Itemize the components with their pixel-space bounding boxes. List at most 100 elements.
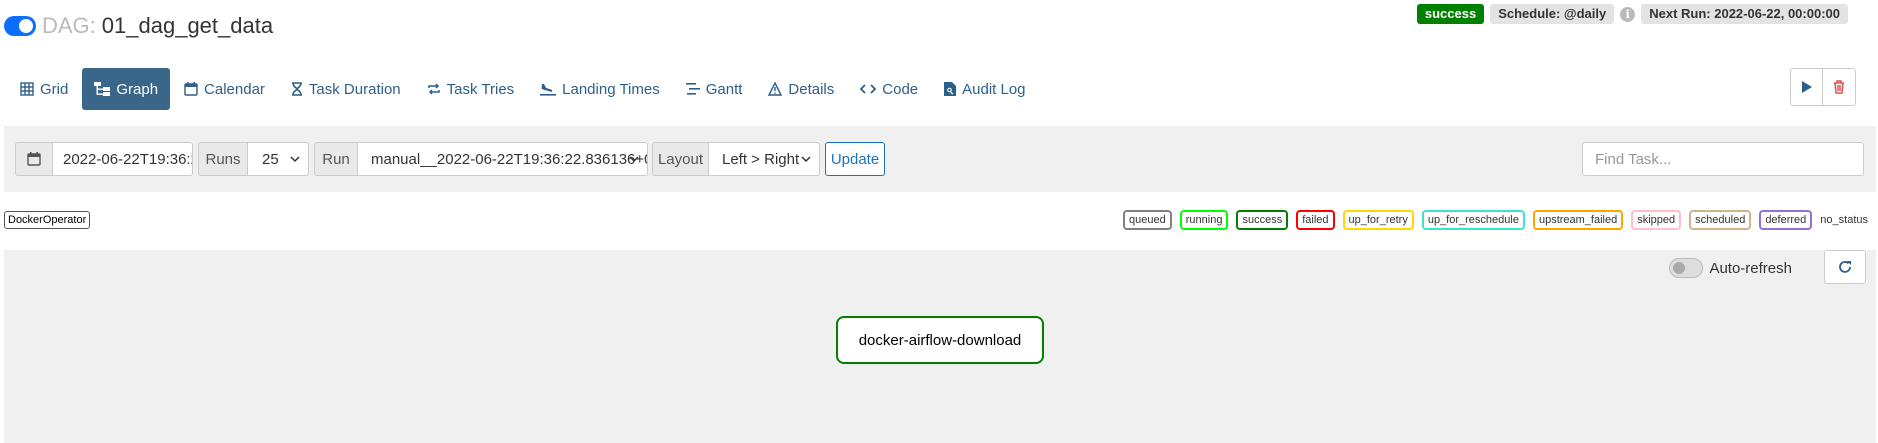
update-button[interactable]: Update <box>825 142 885 176</box>
schedule-badge: Schedule: @daily <box>1490 4 1615 24</box>
hourglass-icon <box>291 82 302 96</box>
legend-state-deferred[interactable]: deferred <box>1759 210 1813 230</box>
layout-label-text: Layout <box>657 150 704 168</box>
legend-state-scheduled[interactable]: scheduled <box>1689 210 1752 230</box>
tab-code-label: Code <box>882 80 919 98</box>
tab-task-duration[interactable]: Task Duration <box>279 68 413 110</box>
chevron-down-icon <box>290 156 300 163</box>
auto-refresh-control: Auto-refresh <box>1669 254 1792 282</box>
operator-legend-dockeroperator[interactable]: DockerOperator <box>4 211 91 229</box>
legend-state-label: skipped <box>1637 214 1676 226</box>
legend-state-skipped[interactable]: skipped <box>1631 210 1682 230</box>
tab-details[interactable]: Details <box>756 68 846 110</box>
tab-task-duration-label: Task Duration <box>308 80 401 98</box>
legend-state-no-status[interactable]: no_status <box>1820 210 1868 230</box>
runs-label-text: Runs <box>205 150 241 168</box>
next-run-badge: Next Run: 2022-06-22, 00:00:00 <box>1641 4 1848 24</box>
tab-audit-log-label: Audit Log <box>962 80 1026 98</box>
trigger-dag-button[interactable] <box>1790 68 1823 106</box>
refresh-button[interactable] <box>1824 250 1866 284</box>
tab-landing-times-label: Landing Times <box>562 80 660 98</box>
tab-calendar-label: Calendar <box>204 80 265 98</box>
base-date-value: 2022-06-22T19:36:23 <box>63 150 193 168</box>
dag-pause-toggle[interactable] <box>4 16 36 36</box>
tab-gantt-label: Gantt <box>705 80 743 98</box>
runs-select-value: 25 <box>262 150 279 168</box>
tab-task-tries-label: Task Tries <box>446 80 515 98</box>
graph-icon <box>94 82 111 96</box>
legend-state-running[interactable]: running <box>1179 210 1229 230</box>
run-select-value: manual__2022-06-22T19:36:22.836136+00:00 <box>371 150 647 168</box>
dag-header: DAG: 01_dag_get_data <box>4 10 273 42</box>
plane-landing-icon <box>540 84 557 96</box>
legend-state-label: queued <box>1129 214 1166 226</box>
legend-state-up-for-retry[interactable]: up_for_retry <box>1342 210 1414 230</box>
legend-state-label: upstream_failed <box>1538 214 1618 226</box>
find-task-input[interactable]: Find Task... <box>1582 142 1864 176</box>
legend-state-label: up_for_retry <box>1348 214 1408 226</box>
update-button-label: Update <box>830 150 880 168</box>
refresh-icon <box>1839 261 1851 273</box>
play-icon <box>1801 81 1812 93</box>
run-label: Run <box>314 142 358 176</box>
layout-select[interactable]: Left > Right <box>708 142 820 176</box>
legend-state-up-for-reschedule[interactable]: up_for_reschedule <box>1421 210 1525 230</box>
run-label-text: Run <box>322 150 350 168</box>
task-node-label: docker-airflow-download <box>858 331 1022 349</box>
legend-state-label: success <box>1242 214 1283 226</box>
legend-state-label: scheduled <box>1695 214 1746 226</box>
legend-state-label: deferred <box>1765 214 1807 226</box>
retry-icon <box>427 83 440 95</box>
legend-state-label: failed <box>1302 214 1329 226</box>
dag-view-tabs: Grid Graph Calendar Task Duration Task T… <box>8 68 1040 110</box>
dag-title: 01_dag_get_data <box>101 13 274 38</box>
tab-grid[interactable]: Grid <box>8 68 80 110</box>
calendar-icon <box>27 152 41 166</box>
state-legend: queued running success failed up_for_ret… <box>1123 210 1868 230</box>
chevron-down-icon <box>629 156 639 163</box>
trash-icon <box>1834 80 1844 94</box>
graph-canvas[interactable]: Auto-refresh docker-airflow-download <box>4 250 1876 443</box>
chevron-down-icon <box>801 156 811 163</box>
delete-dag-button[interactable] <box>1823 68 1856 106</box>
header-status: success Schedule: @daily i Next Run: 202… <box>1416 4 1848 24</box>
grid-icon <box>20 82 34 96</box>
file-search-icon <box>944 82 957 96</box>
base-date-input[interactable]: 2022-06-22T19:36:23 <box>53 142 193 176</box>
info-icon[interactable]: i <box>1620 6 1636 22</box>
gantt-icon <box>685 83 700 95</box>
find-task-placeholder: Find Task... <box>1595 150 1672 168</box>
runs-label: Runs <box>198 142 248 176</box>
tab-graph[interactable]: Graph <box>82 68 171 110</box>
legend-state-upstream-failed[interactable]: upstream_failed <box>1532 210 1624 230</box>
legend-state-failed[interactable]: failed <box>1296 210 1335 230</box>
warning-triangle-icon <box>768 82 783 96</box>
tab-landing-times[interactable]: Landing Times <box>528 68 672 110</box>
tab-graph-label: Graph <box>116 80 159 98</box>
task-node[interactable]: docker-airflow-download <box>836 316 1044 364</box>
tab-code[interactable]: Code <box>848 68 930 110</box>
tab-gantt[interactable]: Gantt <box>674 68 755 110</box>
dag-actions <box>1790 68 1856 106</box>
layout-label: Layout <box>652 142 709 176</box>
graph-filter-bar: 2022-06-22T19:36:23 Runs 25 Run manual__… <box>4 126 1876 192</box>
code-icon <box>860 84 877 94</box>
tab-audit-log[interactable]: Audit Log <box>932 68 1037 110</box>
runs-select[interactable]: 25 <box>247 142 309 176</box>
tab-details-label: Details <box>788 80 835 98</box>
layout-select-value: Left > Right <box>722 150 800 168</box>
tab-task-tries[interactable]: Task Tries <box>415 68 527 110</box>
auto-refresh-label: Auto-refresh <box>1709 259 1792 277</box>
date-picker-button[interactable] <box>15 142 53 176</box>
dag-state-badge: success <box>1416 4 1485 24</box>
operator-legend-label: DockerOperator <box>8 214 87 226</box>
tab-grid-label: Grid <box>40 80 69 98</box>
dag-prefix: DAG: <box>42 13 96 38</box>
legend-state-label: up_for_reschedule <box>1427 214 1519 226</box>
tab-calendar[interactable]: Calendar <box>172 68 277 110</box>
legend-state-success[interactable]: success <box>1236 210 1289 230</box>
legend-state-label: running <box>1185 214 1223 226</box>
legend-state-queued[interactable]: queued <box>1123 210 1172 230</box>
run-select[interactable]: manual__2022-06-22T19:36:22.836136+00:00 <box>357 142 648 176</box>
auto-refresh-toggle[interactable] <box>1669 258 1704 278</box>
